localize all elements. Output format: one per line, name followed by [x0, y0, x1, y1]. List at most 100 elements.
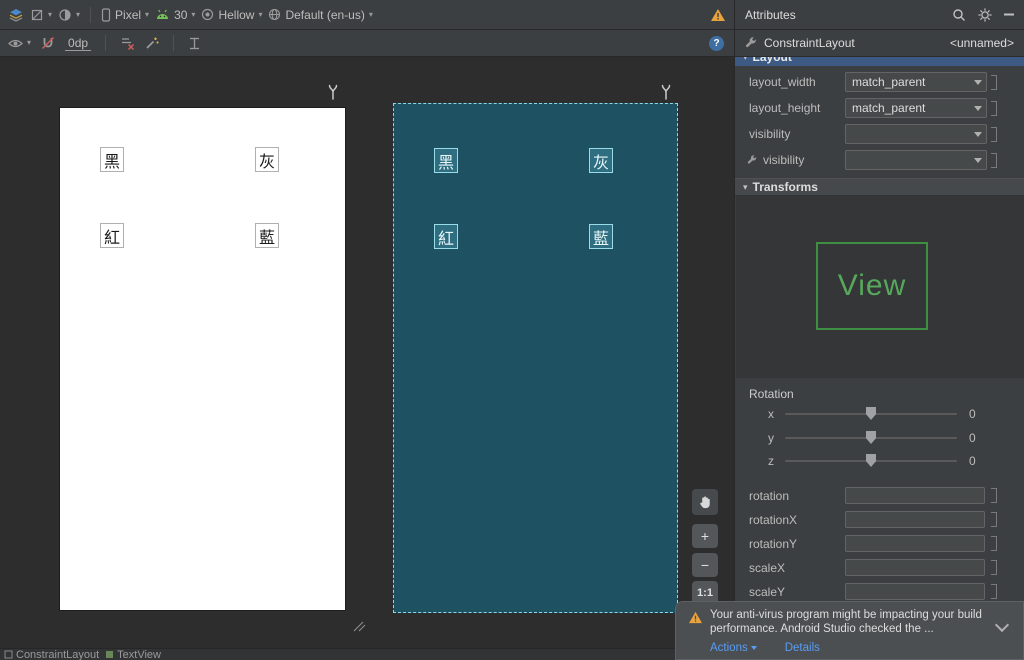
pin-bracket[interactable]	[991, 101, 997, 116]
help-icon[interactable]: ?	[709, 35, 724, 51]
section-header-transforms[interactable]: ▾ Transforms	[735, 178, 1024, 196]
view-preview-label: View	[837, 269, 907, 302]
attr-row-rotation-y: rotationY	[735, 535, 1024, 555]
visibility-dropdown[interactable]	[845, 124, 987, 144]
attributes-panel-title: Attributes	[745, 7, 796, 22]
transform-preview: View	[736, 196, 1024, 378]
minimize-icon[interactable]	[1004, 13, 1014, 16]
warning-icon	[688, 611, 703, 624]
attr-row-rotation-x: rotationX	[735, 511, 1024, 531]
blueprint-view[interactable]: 黑 灰 紅 藍	[393, 103, 678, 613]
design-surface[interactable]: 黑 灰 紅 藍 黑 灰 紅 藍 + − 1:1	[0, 57, 734, 648]
scale-y-input[interactable]	[845, 583, 985, 600]
orientation-selector[interactable]: ▾	[30, 8, 52, 22]
design-surface-icon[interactable]	[8, 7, 24, 23]
design-view[interactable]: 黑 灰 紅 藍	[60, 108, 345, 610]
slider-value: 0	[969, 431, 976, 445]
eye-icon	[8, 38, 23, 49]
pin-bracket[interactable]	[991, 560, 997, 575]
scale-x-input[interactable]	[845, 559, 985, 576]
gear-icon[interactable]	[978, 7, 992, 22]
rotation-z-slider[interactable]	[785, 454, 957, 467]
textview-red[interactable]: 紅	[100, 223, 124, 248]
pin-bracket[interactable]	[991, 75, 997, 90]
slider-value: 0	[969, 407, 976, 421]
textview-red[interactable]: 紅	[434, 224, 458, 249]
breadcrumb-label: TextView	[117, 648, 161, 660]
attr-label: layout_width	[749, 75, 816, 89]
default-margin-selector[interactable]: 0dp	[65, 36, 92, 51]
pin-bracket[interactable]	[991, 512, 997, 527]
search-icon[interactable]	[952, 8, 966, 22]
toolbar-divider	[173, 35, 175, 51]
api-selector[interactable]: 30 ▾	[155, 8, 195, 22]
attributes-panel-header: Attributes	[734, 0, 1024, 30]
chevron-down-icon: ▾	[27, 38, 32, 47]
zoom-in-button[interactable]: +	[692, 524, 718, 548]
rotation-x-slider[interactable]	[785, 407, 957, 420]
breadcrumb-constraintlayout[interactable]: ConstraintLayout	[4, 649, 99, 660]
hand-icon	[698, 495, 713, 510]
chevron-down-icon	[969, 151, 986, 169]
rotation-x-input[interactable]	[845, 511, 985, 528]
slider-thumb[interactable]	[866, 431, 876, 444]
view-preview-box: View	[816, 242, 928, 330]
layout-height-dropdown[interactable]: match_parent	[845, 98, 987, 118]
tools-visibility-dropdown[interactable]	[845, 150, 987, 170]
warning-icon[interactable]	[710, 8, 726, 22]
breadcrumb-textview[interactable]: TextView	[105, 649, 161, 660]
night-mode-selector[interactable]: ▾	[58, 8, 80, 22]
chevron-down-icon: ▾	[368, 9, 373, 19]
details-link[interactable]: Details	[785, 642, 820, 654]
design-editor-toolbar: ▾ ▾ Pixel ▾ 30 ▾ Hellow ▾ Default (en-us…	[0, 0, 734, 30]
pin-bracket[interactable]	[991, 488, 997, 503]
view-options-selector[interactable]: ▾	[8, 38, 31, 49]
attr-label: scaleX	[749, 561, 786, 575]
breadcrumb-label: ConstraintLayout	[16, 648, 100, 660]
device-selector[interactable]: Pixel ▾	[101, 8, 149, 22]
infer-constraints-icon[interactable]	[145, 36, 159, 50]
theme-icon	[201, 8, 214, 21]
collapse-icon: ▾	[743, 57, 748, 63]
pin-bracket[interactable]	[991, 153, 997, 168]
section-title: Transforms	[752, 180, 818, 194]
device-label: Pixel	[115, 7, 142, 22]
wrench-icon	[747, 154, 758, 166]
textview-black[interactable]: 黑	[434, 148, 458, 173]
rotation-y-input[interactable]	[845, 535, 985, 552]
rotation-input[interactable]	[845, 487, 985, 504]
collapse-notification-icon[interactable]	[994, 617, 1010, 633]
autoconnect-off-icon[interactable]	[41, 36, 55, 50]
layout-width-dropdown[interactable]: match_parent	[845, 72, 987, 92]
locale-selector[interactable]: Default (en-us) ▾	[268, 8, 373, 22]
slider-thumb[interactable]	[866, 454, 876, 467]
textview-gray[interactable]: 灰	[255, 147, 279, 172]
textview-blue[interactable]: 藍	[255, 223, 279, 248]
attr-row-scale-y: scaleY	[735, 583, 1024, 603]
slider-thumb[interactable]	[866, 407, 876, 420]
chevron-down-icon: ▾	[76, 9, 81, 19]
attr-row-layout-height: layout_height match_parent	[735, 96, 1024, 120]
textview-gray[interactable]: 灰	[589, 148, 613, 173]
resize-handle[interactable]	[352, 620, 366, 632]
globe-icon	[268, 8, 281, 21]
details-label: Details	[784, 642, 820, 654]
textview-black[interactable]: 黑	[100, 147, 124, 172]
pin-bracket[interactable]	[991, 536, 997, 551]
align-vertical-icon[interactable]	[188, 37, 201, 50]
rotation-y-slider[interactable]	[785, 431, 957, 444]
pan-button[interactable]	[692, 489, 718, 515]
section-header-layout[interactable]: ▾ Layout	[735, 57, 1024, 66]
chevron-down-icon	[969, 99, 986, 117]
zoom-out-button[interactable]: −	[692, 553, 718, 577]
theme-selector[interactable]: Hellow ▾	[201, 8, 262, 22]
section-title: Layout	[752, 57, 792, 64]
actions-link[interactable]: Actions	[710, 642, 757, 654]
attr-row-visibility: visibility	[735, 122, 1024, 146]
root-anchor-icon	[327, 83, 339, 100]
clear-constraints-icon[interactable]	[120, 36, 135, 50]
textview-blue[interactable]: 藍	[589, 224, 613, 249]
chevron-down-icon: ▾	[191, 9, 196, 19]
pin-bracket[interactable]	[991, 127, 997, 142]
pin-bracket[interactable]	[991, 584, 997, 599]
